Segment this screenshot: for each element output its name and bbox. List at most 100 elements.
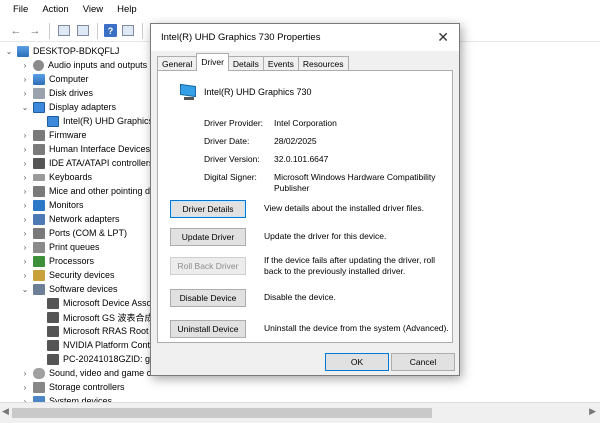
audio-icon <box>33 59 44 71</box>
scroll-right-icon[interactable]: ▶ <box>589 406 596 417</box>
software-icon <box>33 283 45 295</box>
expand-icon[interactable]: › <box>20 131 30 140</box>
expand-icon[interactable]: › <box>20 243 30 252</box>
computer-icon <box>17 45 29 57</box>
tree-root-label: DESKTOP-BDKQFLJ <box>33 46 120 56</box>
tab-strip: General Driver Details Events Resources <box>157 53 349 71</box>
horizontal-scrollbar[interactable]: ◀ ▶ <box>0 402 600 423</box>
collapse-icon[interactable]: ⌄ <box>20 103 30 112</box>
menu-action[interactable]: Action <box>35 0 75 20</box>
tree-category-item[interactable]: › Keyboards <box>20 170 92 184</box>
expand-icon[interactable]: › <box>20 271 30 280</box>
menu-view[interactable]: View <box>76 0 110 20</box>
expand-icon[interactable]: › <box>20 369 30 378</box>
expand-icon[interactable]: › <box>20 61 30 70</box>
expand-icon[interactable]: › <box>20 187 30 196</box>
ok-button[interactable]: OK <box>325 353 389 371</box>
tree-category-item[interactable]: › Computer <box>20 72 89 86</box>
collapse-icon[interactable]: ⌄ <box>20 285 30 294</box>
device-icon <box>47 311 59 323</box>
tab-details[interactable]: Details <box>227 56 264 71</box>
list-icon[interactable] <box>75 23 91 39</box>
tree-category-item[interactable]: › Firmware <box>20 128 87 142</box>
expand-icon[interactable]: › <box>20 145 30 154</box>
driver-provider-value: Intel Corporation <box>274 118 337 128</box>
tree-category-item[interactable]: › Processors <box>20 254 94 268</box>
update-driver-button[interactable]: Update Driver <box>170 228 246 246</box>
tree-category-item[interactable]: › Human Interface Devices <box>20 142 150 156</box>
tab-driver[interactable]: Driver <box>196 53 229 71</box>
cancel-button[interactable]: Cancel <box>391 353 455 371</box>
expand-icon[interactable]: › <box>20 201 30 210</box>
expand-icon[interactable]: › <box>20 173 30 182</box>
scrollbar-thumb[interactable] <box>12 408 432 418</box>
display-adapter-icon <box>178 83 198 101</box>
device-icon <box>47 325 59 337</box>
disable-device-button[interactable]: Disable Device <box>170 289 246 307</box>
monitor-icon <box>33 199 45 211</box>
tree-category-item[interactable]: › IDE ATA/ATAPI controllers <box>20 156 153 170</box>
hid-icon <box>33 143 45 155</box>
tab-resources[interactable]: Resources <box>297 56 349 71</box>
forward-arrow-icon[interactable]: → <box>27 23 43 39</box>
tree-item-label: Firmware <box>49 130 87 140</box>
mouse-icon <box>33 185 45 197</box>
back-arrow-icon[interactable]: ← <box>8 23 24 39</box>
tree-item-label: Network adapters <box>49 214 120 224</box>
tree-item-label: Display adapters <box>49 102 117 112</box>
tree-device-item[interactable]: PC-20241018GZID: g <box>34 352 150 366</box>
storage-icon <box>33 381 45 393</box>
tree-category-item[interactable]: › Print queues <box>20 240 100 254</box>
expand-icon[interactable]: › <box>20 257 30 266</box>
digital-signer-value: Microsoft Windows Hardware Compatibility… <box>274 172 436 193</box>
help-icon[interactable]: ? <box>104 24 117 37</box>
expand-icon[interactable]: › <box>20 215 30 224</box>
collapse-icon[interactable]: ⌄ <box>4 47 14 56</box>
tab-general[interactable]: General <box>157 56 198 71</box>
tree-category-item[interactable]: ⌄ Display adapters <box>20 100 116 114</box>
expand-icon[interactable]: › <box>20 89 30 98</box>
expand-icon[interactable]: › <box>20 383 30 392</box>
tree-category-item[interactable]: ⌄ Software devices <box>20 282 118 296</box>
digital-signer-label: Digital Signer: <box>204 172 257 182</box>
tree-category-item[interactable]: › Storage controllers <box>20 380 125 394</box>
roll-back-driver-button[interactable]: Roll Back Driver <box>170 257 246 275</box>
tree-item-label: Human Interface Devices <box>49 144 151 154</box>
properties-icon[interactable] <box>56 23 72 39</box>
tree-category-item[interactable]: › Ports (COM & LPT) <box>20 226 127 240</box>
menu-help[interactable]: Help <box>110 0 144 20</box>
toolbar-separator <box>142 22 143 39</box>
driver-details-button[interactable]: Driver Details <box>170 200 246 218</box>
expand-icon[interactable]: › <box>20 75 30 84</box>
tree-category-item[interactable]: › Security devices <box>20 268 115 282</box>
tree-item-label: Audio inputs and outputs <box>48 60 148 70</box>
tree-root[interactable]: ⌄ DESKTOP-BDKQFLJ <box>4 44 119 58</box>
tree-category-item[interactable]: › Network adapters <box>20 212 120 226</box>
expand-icon[interactable]: › <box>20 159 30 168</box>
tree-category-item[interactable]: › Audio inputs and outputs <box>20 58 147 72</box>
expand-icon[interactable]: › <box>20 229 30 238</box>
display-adapter-icon <box>33 101 45 113</box>
uninstall-device-button[interactable]: Uninstall Device <box>170 320 246 338</box>
tree-category-item[interactable]: › Monitors <box>20 198 84 212</box>
properties-dialog: Intel(R) UHD Graphics 730 Properties ✕ G… <box>150 23 460 376</box>
disk-icon <box>33 87 45 99</box>
tree-item-label: Security devices <box>49 270 115 280</box>
tree-category-item[interactable]: › Disk drives <box>20 86 93 100</box>
tree-category-item[interactable]: › System devices <box>20 394 112 402</box>
scroll-left-icon[interactable]: ◀ <box>2 406 9 417</box>
dialog-title: Intel(R) UHD Graphics 730 Properties <box>161 32 321 43</box>
tree-item-label: Processors <box>49 256 95 266</box>
tree-item-label: Storage controllers <box>49 382 125 392</box>
tab-events[interactable]: Events <box>262 56 299 71</box>
close-icon[interactable]: ✕ <box>437 29 449 45</box>
ide-icon <box>33 157 45 169</box>
driver-provider-label: Driver Provider: <box>204 118 264 128</box>
tree-device-item[interactable]: Microsoft GS 波表合成器 <box>34 310 163 324</box>
menu-file[interactable]: File <box>6 0 35 20</box>
tree-item-label: Software devices <box>49 284 118 294</box>
computer-icon <box>33 73 45 85</box>
list-view-icon[interactable] <box>120 23 136 39</box>
tree-item-label: PC-20241018GZID: g <box>63 354 151 364</box>
device-icon <box>47 297 59 309</box>
